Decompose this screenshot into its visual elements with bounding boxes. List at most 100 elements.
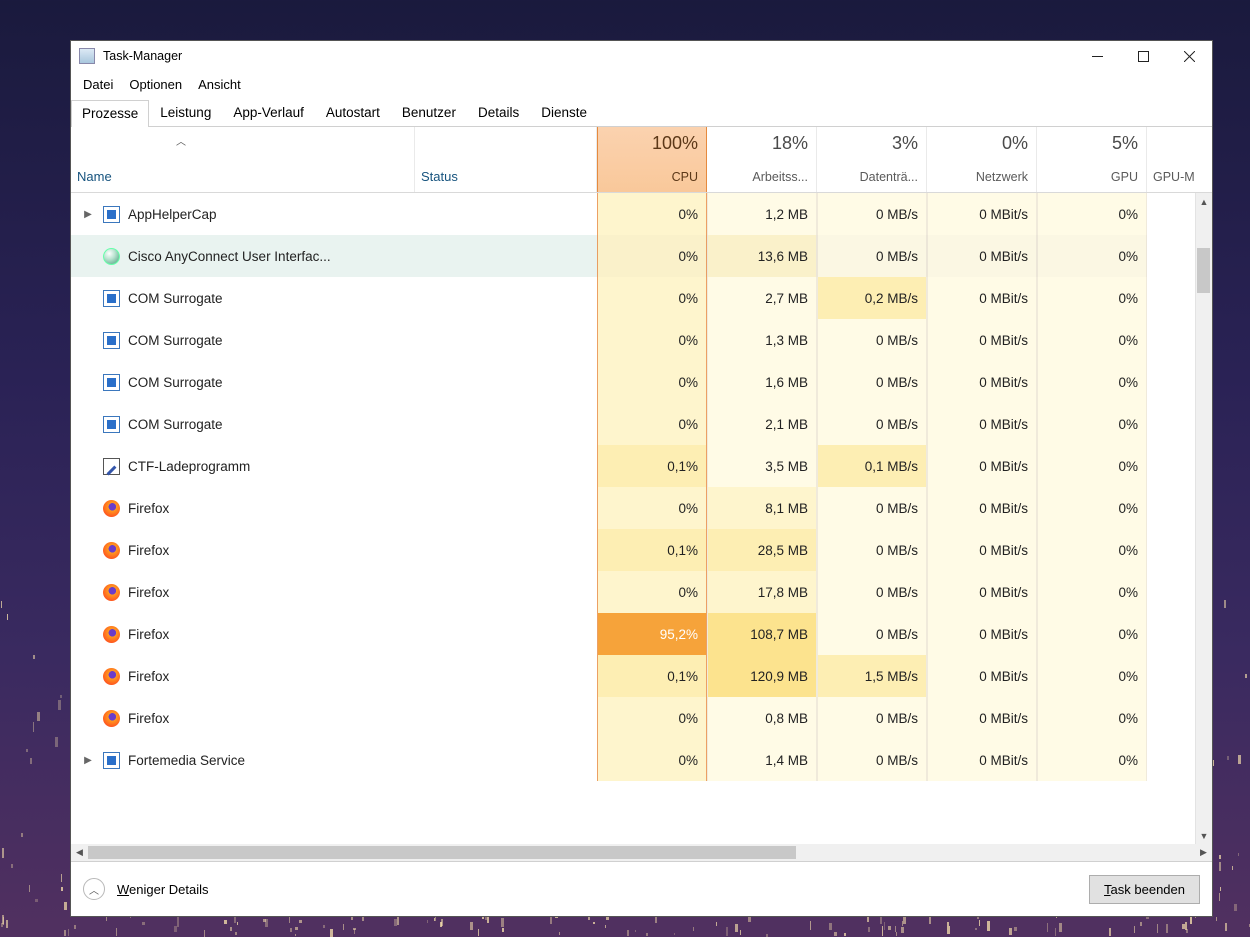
process-row[interactable]: Firefox0%0,8 MB0 MB/s0 MBit/s0% <box>71 697 1212 739</box>
win-icon <box>103 290 120 307</box>
titlebar[interactable]: Task-Manager <box>71 41 1212 71</box>
expand-icon[interactable]: ▶ <box>81 209 95 220</box>
app-icon <box>79 48 95 64</box>
close-button[interactable] <box>1166 41 1212 71</box>
process-row[interactable]: COM Surrogate0%2,1 MB0 MB/s0 MBit/s0% <box>71 403 1212 445</box>
tab-details[interactable]: Details <box>467 99 530 126</box>
col-name-label: Name <box>77 169 414 184</box>
process-name: COM Surrogate <box>128 291 223 306</box>
process-row[interactable]: COM Surrogate0%1,6 MB0 MB/s0 MBit/s0% <box>71 361 1212 403</box>
cell-memory: 28,5 MB <box>707 529 817 571</box>
process-row[interactable]: COM Surrogate0%1,3 MB0 MB/s0 MBit/s0% <box>71 319 1212 361</box>
cell-network: 0 MBit/s <box>927 697 1037 739</box>
cell-disk: 1,5 MB/s <box>817 655 927 697</box>
ff-icon <box>103 500 120 517</box>
process-name: AppHelperCap <box>128 207 217 222</box>
tab-benutzer[interactable]: Benutzer <box>391 99 467 126</box>
cell-gpu: 0% <box>1037 193 1147 235</box>
mem-total: 18% <box>707 133 808 154</box>
cell-gpu: 0% <box>1037 445 1147 487</box>
tab-prozesse[interactable]: Prozesse <box>71 100 149 127</box>
cell-memory: 13,6 MB <box>707 235 817 277</box>
cell-disk: 0 MB/s <box>817 571 927 613</box>
cell-cpu: 0% <box>597 487 707 529</box>
process-grid: ▶AppHelperCap0%1,2 MB0 MB/s0 MBit/s0%Cis… <box>71 193 1212 844</box>
cell-gpu: 0% <box>1037 739 1147 781</box>
cpu-label: CPU <box>598 170 698 184</box>
menu-optionen[interactable]: Optionen <box>121 75 190 94</box>
cell-gpu: 0% <box>1037 487 1147 529</box>
col-cpu[interactable]: 100% CPU <box>597 127 707 192</box>
process-status <box>415 445 597 487</box>
vertical-scrollbar[interactable]: ▲ ▼ <box>1195 193 1212 844</box>
cell-disk: 0 MB/s <box>817 319 927 361</box>
tab-dienste[interactable]: Dienste <box>530 99 598 126</box>
cell-network: 0 MBit/s <box>927 193 1037 235</box>
process-name: Cisco AnyConnect User Interfac... <box>128 249 331 264</box>
cell-disk: 0 MB/s <box>817 529 927 571</box>
gpu-label: GPU <box>1037 170 1138 184</box>
process-row[interactable]: COM Surrogate0%2,7 MB0,2 MB/s0 MBit/s0% <box>71 277 1212 319</box>
tab-appverlauf[interactable]: App-Verlauf <box>222 99 315 126</box>
process-row[interactable]: ▶AppHelperCap0%1,2 MB0 MB/s0 MBit/s0% <box>71 193 1212 235</box>
tab-leistung[interactable]: Leistung <box>149 99 222 126</box>
cell-gpu: 0% <box>1037 235 1147 277</box>
pen-icon <box>103 458 120 475</box>
col-status[interactable]: Status <box>415 127 597 192</box>
menubar: Datei Optionen Ansicht <box>71 71 1212 97</box>
col-memory[interactable]: 18% Arbeitss... <box>707 127 817 192</box>
process-row[interactable]: ▶Fortemedia Service0%1,4 MB0 MB/s0 MBit/… <box>71 739 1212 781</box>
scroll-down-icon[interactable]: ▼ <box>1196 827 1212 844</box>
process-row[interactable]: Firefox0,1%28,5 MB0 MB/s0 MBit/s0% <box>71 529 1212 571</box>
process-name: COM Surrogate <box>128 333 223 348</box>
process-row[interactable]: Firefox0,1%120,9 MB1,5 MB/s0 MBit/s0% <box>71 655 1212 697</box>
process-row[interactable]: CTF-Ladeprogramm0,1%3,5 MB0,1 MB/s0 MBit… <box>71 445 1212 487</box>
process-row[interactable]: Firefox0%8,1 MB0 MB/s0 MBit/s0% <box>71 487 1212 529</box>
cell-cpu: 0,1% <box>597 445 707 487</box>
col-gpu[interactable]: 5% GPU <box>1037 127 1147 192</box>
disk-label: Datenträ... <box>817 170 918 184</box>
process-status <box>415 361 597 403</box>
cell-cpu: 0,1% <box>597 655 707 697</box>
cell-cpu: 0% <box>597 193 707 235</box>
process-row[interactable]: Firefox0%17,8 MB0 MB/s0 MBit/s0% <box>71 571 1212 613</box>
vertical-scroll-thumb[interactable] <box>1197 248 1210 293</box>
mem-label: Arbeitss... <box>707 170 808 184</box>
tab-autostart[interactable]: Autostart <box>315 99 391 126</box>
menu-datei[interactable]: Datei <box>75 75 121 94</box>
end-task-button[interactable]: Task beenden <box>1089 875 1200 904</box>
cell-memory: 120,9 MB <box>707 655 817 697</box>
scroll-right-icon[interactable]: ▶ <box>1195 844 1212 861</box>
process-name: Fortemedia Service <box>128 753 245 768</box>
horizontal-scroll-thumb[interactable] <box>88 846 796 859</box>
process-status <box>415 235 597 277</box>
cell-disk: 0 MB/s <box>817 403 927 445</box>
fewer-details-link[interactable]: Weniger Details <box>117 882 209 897</box>
cell-cpu: 0% <box>597 697 707 739</box>
expand-icon[interactable]: ▶ <box>81 755 95 766</box>
scroll-up-icon[interactable]: ▲ <box>1196 193 1212 210</box>
cell-network: 0 MBit/s <box>927 487 1037 529</box>
cell-network: 0 MBit/s <box>927 739 1037 781</box>
maximize-button[interactable] <box>1120 41 1166 71</box>
process-row[interactable]: Cisco AnyConnect User Interfac... 0% 13,6 … <box>71 235 1212 277</box>
process-name: Firefox <box>128 627 169 642</box>
minimize-button[interactable] <box>1074 41 1120 71</box>
ff-icon <box>103 626 120 643</box>
cell-gpu: 0% <box>1037 697 1147 739</box>
fewer-details-chevron-icon[interactable]: ︿ <box>83 878 105 900</box>
scroll-left-icon[interactable]: ◀ <box>71 844 88 861</box>
process-name: Firefox <box>128 585 169 600</box>
col-disk[interactable]: 3% Datenträ... <box>817 127 927 192</box>
process-row[interactable]: Firefox95,2%108,7 MB0 MB/s0 MBit/s0% <box>71 613 1212 655</box>
ff-icon <box>103 542 120 559</box>
menu-ansicht[interactable]: Ansicht <box>190 75 249 94</box>
ff-icon <box>103 584 120 601</box>
ff-icon <box>103 710 120 727</box>
col-gpu-engine[interactable]: GPU-M <box>1147 127 1212 192</box>
col-name[interactable]: ︿ Name <box>71 127 415 192</box>
horizontal-scrollbar[interactable]: ◀ ▶ <box>71 844 1212 861</box>
col-network[interactable]: 0% Netzwerk <box>927 127 1037 192</box>
cell-disk: 0 MB/s <box>817 235 927 277</box>
cell-network: 0 MBit/s <box>927 403 1037 445</box>
